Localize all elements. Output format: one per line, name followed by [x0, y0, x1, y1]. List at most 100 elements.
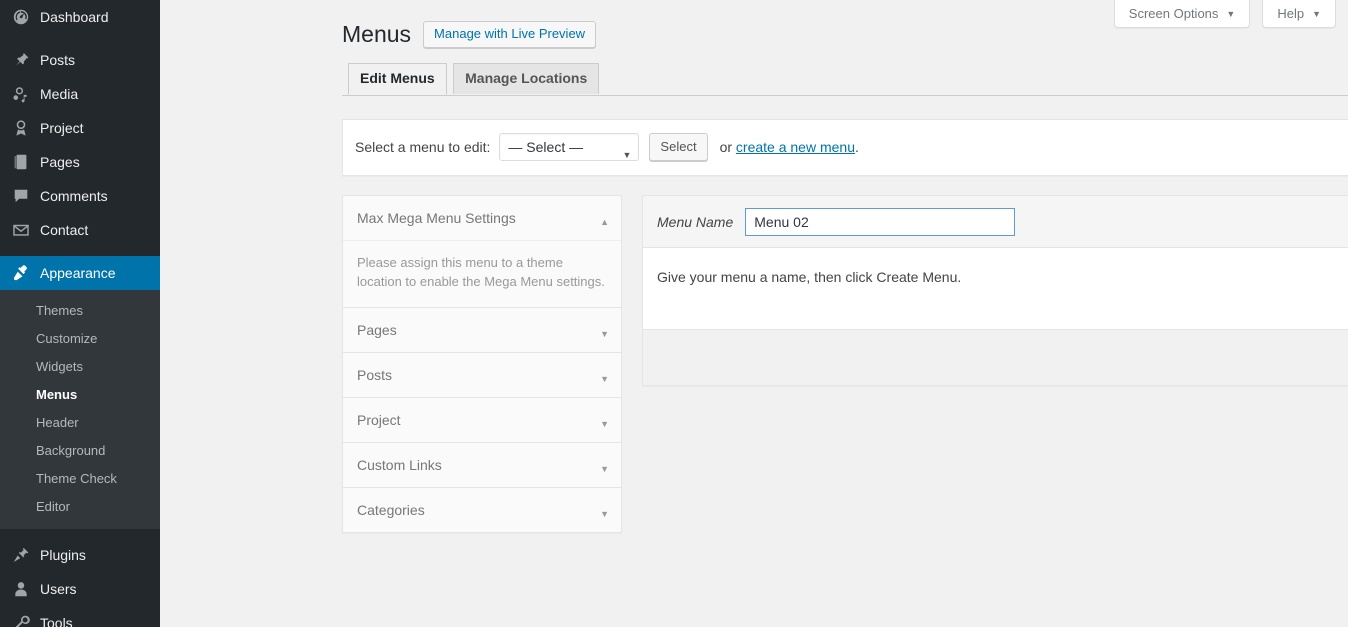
submenu-item-theme-check[interactable]: Theme Check: [0, 465, 160, 493]
chevron-up-icon: ▲: [600, 214, 609, 230]
menu-select-dropdown[interactable]: — Select — ▼: [499, 133, 639, 161]
menu-editor-footer: Create Menu: [643, 329, 1348, 385]
accordion-header-project[interactable]: Project ▼: [343, 398, 621, 442]
plugins-icon: [11, 545, 31, 565]
help-label: Help: [1277, 1, 1304, 27]
accordion-header-posts[interactable]: Posts ▼: [343, 353, 621, 397]
accordion-section-categories: Categories ▼: [343, 488, 621, 532]
chevron-down-icon: ▼: [623, 142, 632, 168]
sidebar-item-label: Users: [40, 580, 77, 598]
period-text: .: [855, 139, 859, 155]
manage-menus-bar: Select a menu to edit: — Select — ▼ Sele…: [342, 119, 1348, 176]
sidebar-item-label: Comments: [40, 187, 108, 205]
accordion-section-posts: Posts ▼: [343, 353, 621, 398]
accordion-section-max-mega-menu: Max Mega Menu Settings ▲ Please assign t…: [343, 196, 621, 308]
sidebar-item-label: Project: [40, 119, 84, 137]
submenu-item-widgets[interactable]: Widgets: [0, 353, 160, 381]
select-button[interactable]: Select: [649, 133, 707, 161]
sidebar-item-label: Dashboard: [40, 8, 109, 26]
menu-item-accordion-column: Max Mega Menu Settings ▲ Please assign t…: [342, 195, 622, 533]
sidebar-item-dashboard[interactable]: Dashboard: [0, 0, 160, 34]
chevron-down-icon: ▼: [600, 461, 609, 477]
appearance-brush-icon: [11, 263, 31, 283]
manage-with-live-preview-button[interactable]: Manage with Live Preview: [423, 21, 596, 48]
sidebar-separator: [0, 247, 160, 256]
sidebar-item-label: Pages: [40, 153, 80, 171]
tab-edit-menus[interactable]: Edit Menus: [348, 63, 447, 95]
accordion-title: Custom Links: [357, 457, 442, 473]
users-icon: [11, 579, 31, 599]
sidebar-separator: [0, 34, 160, 43]
page-title: Menus: [342, 20, 411, 49]
accordion-title: Posts: [357, 367, 392, 383]
sidebar-item-pages[interactable]: Pages: [0, 145, 160, 179]
sidebar-item-comments[interactable]: Comments: [0, 179, 160, 213]
or-text: or create a new menu.: [720, 139, 859, 155]
screen-options-label: Screen Options: [1129, 1, 1219, 27]
sidebar-item-appearance[interactable]: Appearance: [0, 256, 160, 290]
sidebar-item-contact[interactable]: Contact: [0, 213, 160, 247]
nav-tabs: Edit Menus Manage Locations: [342, 62, 1348, 96]
screen-meta-links: Screen Options ▼ Help ▼: [1102, 0, 1336, 28]
accordion-section-pages: Pages ▼: [343, 308, 621, 353]
accordion-title: Categories: [357, 502, 425, 518]
screen-options-button[interactable]: Screen Options ▼: [1114, 0, 1251, 28]
chevron-down-icon: ▼: [1226, 1, 1235, 27]
awards-icon: [11, 118, 31, 138]
chevron-down-icon: ▼: [600, 416, 609, 432]
sidebar-item-project[interactable]: Project: [0, 111, 160, 145]
chevron-down-icon: ▼: [600, 326, 609, 342]
menu-instructions-text: Give your menu a name, then click Create…: [643, 248, 1348, 329]
main-content-area: Screen Options ▼ Help ▼ Menus Manage wit…: [160, 0, 1348, 627]
chevron-down-icon: ▼: [1312, 1, 1321, 27]
accordion-header-categories[interactable]: Categories ▼: [343, 488, 621, 532]
submenu-item-customize[interactable]: Customize: [0, 325, 160, 353]
accordion-title: Max Mega Menu Settings: [357, 210, 516, 226]
accordion-header-custom-links[interactable]: Custom Links ▼: [343, 443, 621, 487]
sidebar-item-label: Plugins: [40, 546, 86, 564]
create-new-menu-link[interactable]: create a new menu: [736, 139, 855, 155]
menu-name-input[interactable]: [745, 208, 1015, 236]
admin-sidebar: Dashboard Posts Media Project Pages Comm…: [0, 0, 160, 627]
accordion-title: Pages: [357, 322, 397, 338]
accordion-section-project: Project ▼: [343, 398, 621, 443]
menu-name-row: Menu Name: [643, 196, 1348, 248]
accordion-box: Max Mega Menu Settings ▲ Please assign t…: [342, 195, 622, 533]
submenu-item-editor[interactable]: Editor: [0, 493, 160, 521]
sidebar-item-media[interactable]: Media: [0, 77, 160, 111]
chevron-down-icon: ▼: [600, 506, 609, 522]
tools-icon: [11, 613, 31, 627]
accordion-section-custom-links: Custom Links ▼: [343, 443, 621, 488]
appearance-submenu: Themes Customize Widgets Menus Header Ba…: [0, 290, 160, 529]
submenu-item-menus[interactable]: Menus: [0, 381, 160, 409]
sidebar-separator: [0, 529, 160, 538]
help-button[interactable]: Help ▼: [1262, 0, 1336, 28]
page-header: Menus Manage with Live Preview: [342, 20, 596, 49]
dashboard-icon: [11, 7, 31, 27]
pin-icon: [11, 50, 31, 70]
accordion-title: Project: [357, 412, 401, 428]
submenu-item-themes[interactable]: Themes: [0, 297, 160, 325]
submenu-item-background[interactable]: Background: [0, 437, 160, 465]
sidebar-item-label: Posts: [40, 51, 75, 69]
accordion-header-pages[interactable]: Pages ▼: [343, 308, 621, 352]
menu-edit-panel: Menu Name Give your menu a name, then cl…: [642, 195, 1348, 386]
sidebar-item-posts[interactable]: Posts: [0, 43, 160, 77]
sidebar-item-label: Tools: [40, 614, 73, 627]
menu-name-label: Menu Name: [657, 214, 733, 230]
submenu-item-header[interactable]: Header: [0, 409, 160, 437]
sidebar-item-label: Contact: [40, 221, 88, 239]
page-icon: [11, 152, 31, 172]
sidebar-item-users[interactable]: Users: [0, 572, 160, 606]
comments-icon: [11, 186, 31, 206]
sidebar-item-tools[interactable]: Tools: [0, 606, 160, 627]
sidebar-item-label: Media: [40, 85, 78, 103]
media-icon: [11, 84, 31, 104]
sidebar-lower-group: Plugins Users Tools: [0, 529, 160, 627]
email-icon: [11, 220, 31, 240]
or-label: or: [720, 139, 732, 155]
sidebar-item-plugins[interactable]: Plugins: [0, 538, 160, 572]
sidebar-item-label: Appearance: [40, 264, 116, 282]
accordion-header-max-mega-menu[interactable]: Max Mega Menu Settings ▲: [343, 196, 621, 240]
tab-manage-locations[interactable]: Manage Locations: [453, 63, 599, 94]
